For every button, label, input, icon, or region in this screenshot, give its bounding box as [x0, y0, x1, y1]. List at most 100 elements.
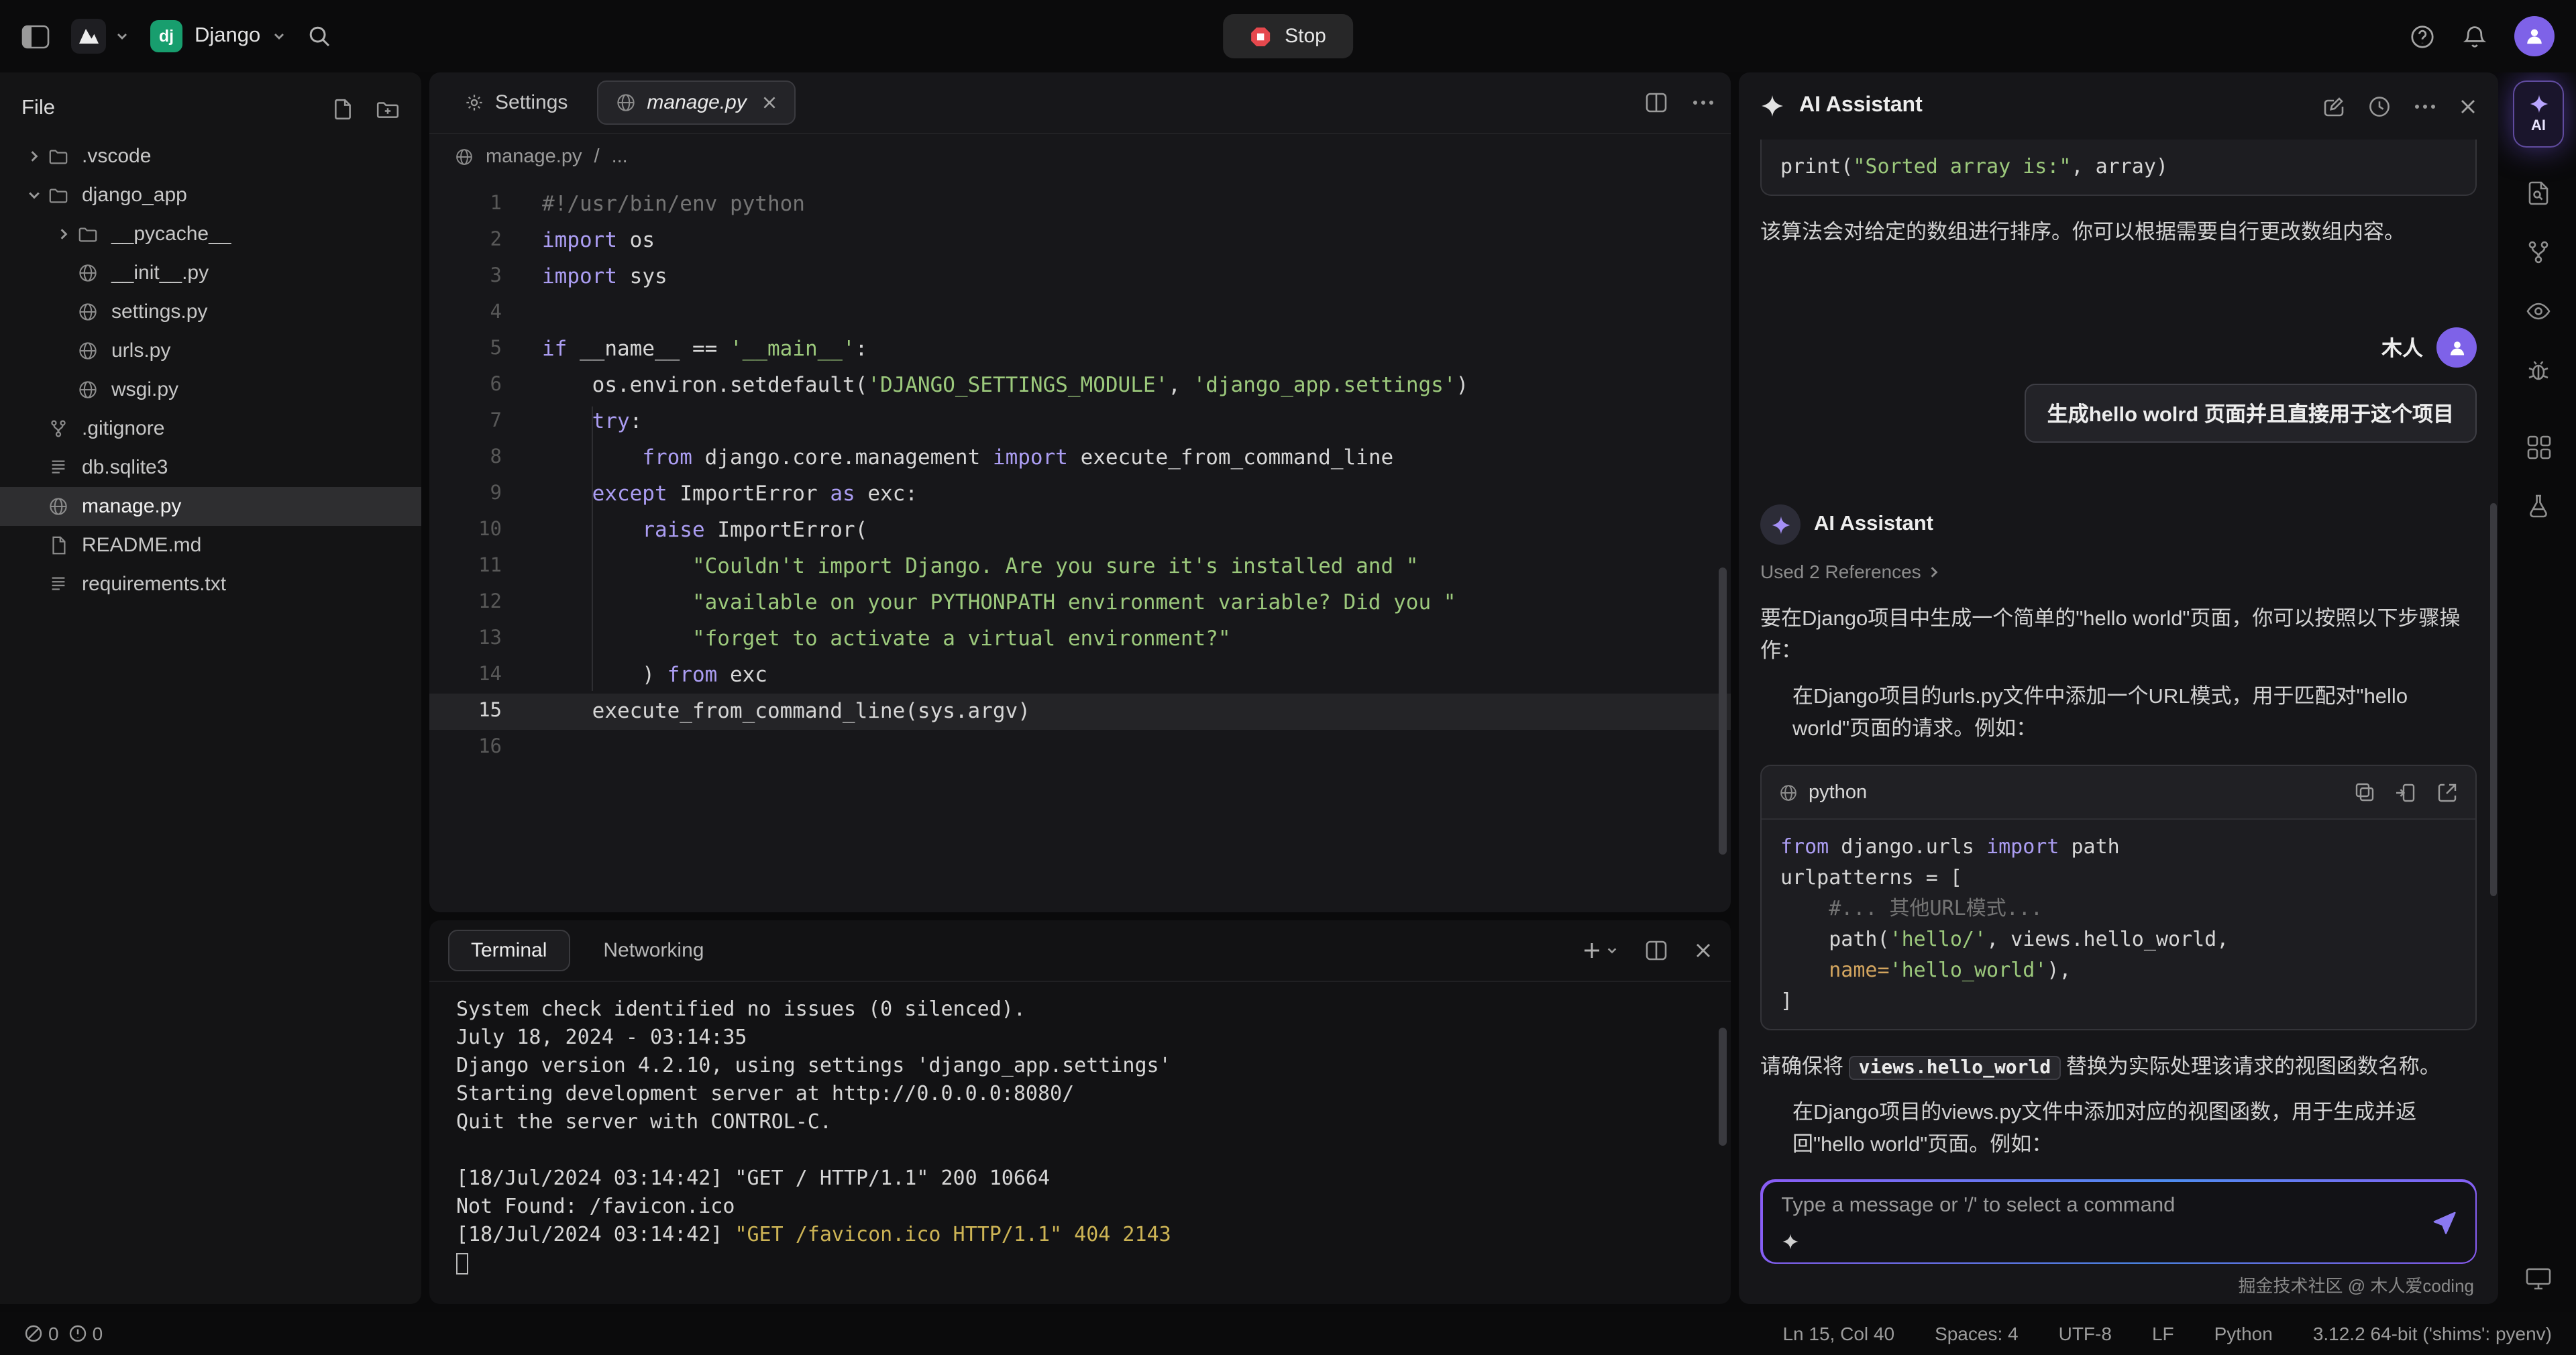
code-line: 16 — [429, 730, 1731, 766]
code-line: [18/Jul/2024 03:14:42] "GET /favicon.ico… — [456, 1221, 1731, 1249]
tree-item-requirements.txt[interactable]: requirements.txt — [0, 565, 421, 604]
help-button[interactable] — [2410, 23, 2435, 49]
ai-message-header: AI Assistant — [1760, 504, 2477, 545]
cursor-position[interactable]: Ln 15, Col 40 — [1782, 1323, 1894, 1344]
widgets-button[interactable] — [2526, 435, 2551, 460]
open-code-in-file-button[interactable] — [2436, 781, 2458, 803]
tree-item-README.md[interactable]: README.md — [0, 526, 421, 565]
chevron-right-icon[interactable] — [19, 150, 48, 162]
vcs-button[interactable] — [2525, 239, 2552, 266]
editor-scrollbar[interactable] — [1719, 567, 1727, 855]
tab-terminal[interactable]: Terminal — [448, 930, 570, 971]
send-message-button[interactable] — [2430, 1208, 2457, 1235]
remote-session-button[interactable] — [2525, 1266, 2552, 1291]
split-terminal-button[interactable] — [1645, 939, 1668, 962]
tab-networking[interactable]: Networking — [580, 930, 727, 971]
ai-more-button[interactable] — [2414, 103, 2436, 109]
bug-icon — [2525, 357, 2552, 384]
code-line: Starting development server at http://0.… — [456, 1080, 1731, 1108]
code-line: Quit the server with CONTROL-C. — [456, 1108, 1731, 1136]
tree-item-.gitignore[interactable]: .gitignore — [0, 409, 421, 448]
line-endings[interactable]: LF — [2152, 1323, 2174, 1344]
indent-guide — [592, 406, 593, 691]
debug-button[interactable] — [2525, 357, 2552, 384]
chevron-right-icon[interactable] — [48, 228, 78, 240]
chat-code-block: python — [1760, 765, 2477, 1030]
indentation[interactable]: Spaces: 4 — [1935, 1323, 2019, 1344]
code-line: 11 "Couldn't import Django. Are you sure… — [429, 549, 1731, 585]
tree-item-db.sqlite3[interactable]: db.sqlite3 — [0, 448, 421, 487]
references-link[interactable]: Used 2 References — [1760, 561, 2477, 582]
warning-count-value: 0 — [93, 1323, 103, 1344]
file-label: __init__.py — [111, 262, 209, 284]
user-avatar[interactable] — [2514, 16, 2555, 56]
close-ai-panel-button[interactable] — [2459, 97, 2477, 115]
chevron-down-icon[interactable] — [19, 189, 48, 201]
tree-item-.vscode[interactable]: .vscode — [0, 137, 421, 176]
chat-history[interactable]: print("Sorted array is:", array) 该算法会对给定… — [1739, 140, 2498, 1166]
file-tree: .vscodedjango_app__pycache__ __init__.pys… — [0, 137, 421, 604]
tab-settings[interactable]: Settings — [445, 80, 586, 125]
code-lines: 1#!/usr/bin/env python2import os3import … — [429, 186, 1731, 766]
split-editor-button[interactable] — [1645, 91, 1668, 114]
python-icon — [78, 341, 111, 361]
line-number: 15 — [429, 694, 542, 730]
code-editor[interactable]: 1#!/usr/bin/env python2import os3import … — [429, 178, 1731, 912]
topbar-right-actions — [2410, 16, 2555, 56]
file-label: .gitignore — [82, 417, 164, 440]
new-folder-button[interactable] — [376, 97, 400, 120]
code-line: 2import os — [429, 223, 1731, 259]
terminal-scrollbar[interactable] — [1719, 1028, 1727, 1146]
workspace-menu[interactable] — [71, 19, 129, 54]
file-label: settings.py — [111, 301, 207, 323]
copy-code-button[interactable] — [2355, 782, 2375, 802]
tree-item-django_app[interactable]: django_app — [0, 176, 421, 215]
new-file-button[interactable] — [331, 97, 354, 120]
stop-button[interactable]: Stop — [1223, 14, 1353, 58]
tree-item-manage.py[interactable]: manage.py — [0, 487, 421, 526]
file-search-button[interactable] — [2525, 180, 2552, 207]
tab-manage-py[interactable]: manage.py — [597, 80, 796, 125]
line-number: 6 — [429, 368, 542, 404]
chat-scrollbar[interactable] — [2490, 503, 2497, 896]
close-icon — [763, 95, 777, 110]
tree-item-wsgi.py[interactable]: wsgi.py — [0, 370, 421, 409]
chat-history-button[interactable] — [2368, 95, 2391, 117]
toggle-sidebar-button[interactable] — [21, 23, 50, 49]
tree-item-settings.py[interactable]: settings.py — [0, 292, 421, 331]
doc-icon — [48, 535, 82, 555]
interpreter[interactable]: 3.12.2 64-bit ('shims': pyenv) — [2313, 1323, 2552, 1344]
editor-more-button[interactable] — [1692, 99, 1715, 106]
close-tab-button[interactable] — [763, 95, 777, 110]
tree-item-__init__.py[interactable]: __init__.py — [0, 254, 421, 292]
new-chat-icon — [2322, 95, 2345, 117]
code-line: 12 "available on your PYTHONPATH environ… — [429, 585, 1731, 621]
problems-summary[interactable]: 0 0 — [24, 1323, 103, 1344]
ai-assistant-rail-button[interactable]: AI — [2513, 80, 2564, 148]
tree-item-__pycache__[interactable]: __pycache__ — [0, 215, 421, 254]
search-button[interactable] — [307, 24, 331, 48]
file-encoding[interactable]: UTF-8 — [2059, 1323, 2112, 1344]
close-terminal-button[interactable] — [1695, 942, 1712, 959]
project-selector[interactable]: dj Django — [150, 20, 286, 52]
ai-avatar — [1760, 504, 1801, 545]
tests-button[interactable] — [2525, 492, 2552, 519]
language-mode[interactable]: Python — [2214, 1323, 2273, 1344]
editor-tab-bar: Settings manage.py — [429, 72, 1731, 134]
terminal-output[interactable]: System check identified no issues (0 sil… — [429, 982, 1731, 1304]
chat-input-box[interactable] — [1762, 1181, 2475, 1262]
breadcrumb[interactable]: manage.py / ... — [429, 134, 1731, 178]
chat-input[interactable] — [1781, 1193, 2416, 1217]
breadcrumb-more[interactable]: ... — [612, 146, 628, 167]
insert-code-button[interactable] — [2395, 781, 2416, 803]
tree-item-urls.py[interactable]: urls.py — [0, 331, 421, 370]
chevron-down-icon — [115, 30, 129, 43]
code-line: name='hello_world'), — [1780, 955, 2457, 986]
code-review-button[interactable] — [2525, 298, 2552, 325]
new-terminal-button[interactable] — [1582, 940, 1618, 961]
notifications-button[interactable] — [2462, 23, 2487, 49]
new-chat-button[interactable] — [2322, 95, 2345, 117]
filelines-icon — [48, 574, 82, 594]
code-line: 13 "forget to activate a virtual environ… — [429, 621, 1731, 657]
bell-icon — [2462, 23, 2487, 49]
